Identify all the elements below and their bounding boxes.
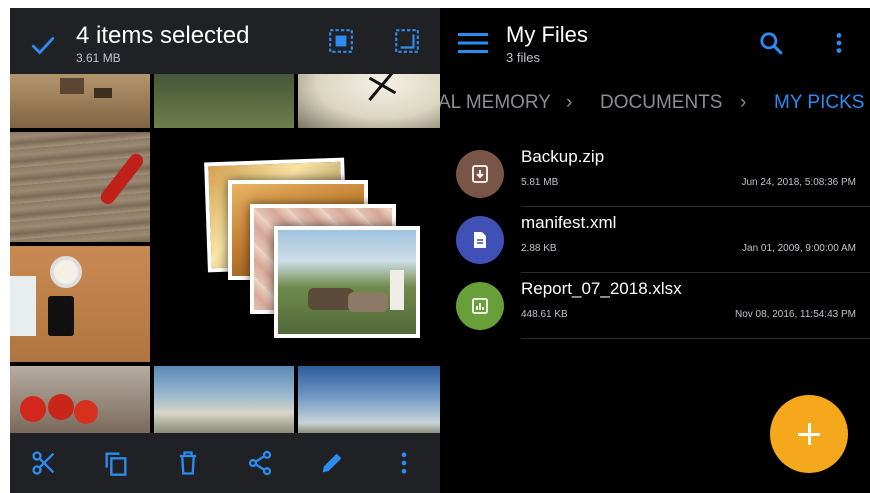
gallery-panel: 4 items selected 3.61 MB: [10, 8, 440, 493]
menu-icon[interactable]: [458, 32, 488, 54]
files-panel: My Files 3 files AL MEMORY › DOCUMENTS ›…: [440, 8, 870, 493]
photo-mountains[interactable]: [154, 366, 294, 433]
selection-count: 4 items selected: [76, 22, 250, 49]
file-name: Backup.zip: [521, 147, 605, 166]
select-all-icon[interactable]: [328, 28, 354, 54]
share-icon[interactable]: [246, 449, 274, 477]
photo-sky[interactable]: [298, 366, 440, 433]
chevron-right-icon: ›: [566, 92, 573, 113]
more-options-icon[interactable]: [390, 449, 418, 477]
divider: [521, 338, 870, 339]
chevron-right-icon: ›: [740, 92, 747, 113]
photo-coffee-phone[interactable]: [10, 246, 150, 362]
more-options-icon[interactable]: [826, 30, 852, 56]
file-date: Nov 08, 2016, 11:54:43 PM: [734, 309, 856, 320]
document-icon: [456, 216, 504, 264]
copy-icon[interactable]: [102, 449, 130, 477]
file-name: Report_07_2018.xlsx: [521, 279, 682, 298]
file-date: Jan 01, 2009, 9:00:00 AM: [742, 243, 856, 254]
cut-icon[interactable]: [30, 449, 58, 477]
select-range-icon[interactable]: [394, 28, 420, 54]
breadcrumb-my-picks[interactable]: MY PICKS: [774, 92, 864, 114]
check-icon[interactable]: [30, 32, 56, 58]
breadcrumb-internal-memory[interactable]: AL MEMORY: [440, 92, 551, 114]
archive-icon: [456, 150, 504, 198]
photo-chili-wood[interactable]: [10, 132, 150, 242]
breadcrumb-documents[interactable]: DOCUMENTS: [600, 92, 722, 114]
delete-icon[interactable]: [174, 449, 202, 477]
action-toolbar: [10, 433, 440, 493]
file-count: 3 files: [506, 50, 540, 65]
file-row[interactable]: Backup.zip 5.81 MB Jun 24, 2018, 5:08:36…: [440, 140, 870, 206]
file-date: Jun 24, 2018, 5:08:36 PM: [741, 177, 856, 188]
file-size: 5.81 MB: [521, 177, 559, 188]
stacked-photo-cows[interactable]: [274, 226, 420, 338]
add-button[interactable]: [770, 395, 848, 473]
selection-toolbar: 4 items selected 3.61 MB: [10, 8, 440, 74]
selection-size: 3.61 MB: [76, 51, 121, 65]
search-icon[interactable]: [758, 30, 784, 56]
spreadsheet-icon: [456, 282, 504, 330]
file-size: 448.61 KB: [521, 309, 568, 320]
file-size: 2.88 KB: [521, 243, 557, 254]
file-row[interactable]: manifest.xml 2.88 KB Jan 01, 2009, 9:00:…: [440, 206, 870, 272]
file-row[interactable]: Report_07_2018.xlsx 448.61 KB Nov 08, 20…: [440, 272, 870, 338]
file-name: manifest.xml: [521, 213, 617, 232]
photo-tomatoes[interactable]: [10, 366, 150, 433]
app-title: My Files: [506, 22, 588, 47]
edit-icon[interactable]: [318, 449, 346, 477]
